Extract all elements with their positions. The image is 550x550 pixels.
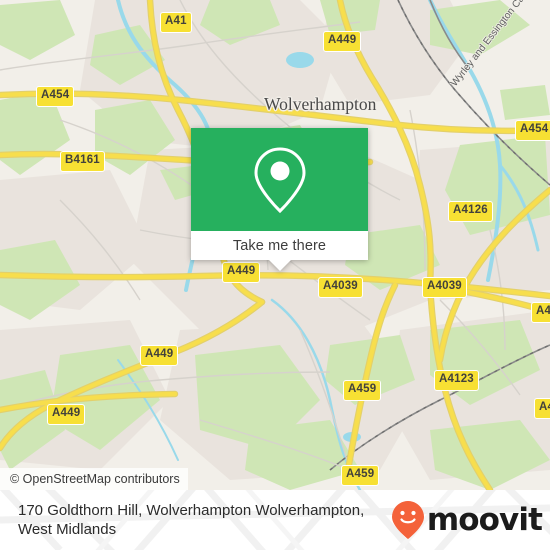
map-pin-icon bbox=[253, 146, 306, 213]
road-shield-a459: A459 bbox=[341, 465, 380, 486]
callout-pin-area bbox=[191, 128, 368, 231]
road-shield-a449: A449 bbox=[222, 262, 261, 283]
osm-attribution[interactable]: © OpenStreetMap contributors bbox=[0, 468, 188, 490]
road-shield-a4039: A4039 bbox=[422, 277, 467, 298]
road-shield-b4161: B4161 bbox=[60, 151, 105, 172]
road-shield-a454: A454 bbox=[515, 120, 550, 141]
footer-bar: 170 Goldthorn Hill, Wolverhampton Wolver… bbox=[0, 490, 550, 550]
moovit-map-share-card: Wolverhampton Wyrley and Essington Canal… bbox=[0, 0, 550, 550]
take-me-there-label: Take me there bbox=[232, 237, 327, 254]
road-shield-a454: A454 bbox=[36, 86, 75, 107]
callout-tail bbox=[268, 260, 291, 271]
road-shield-a4: A4 bbox=[534, 398, 550, 419]
road-shield-a449: A449 bbox=[47, 404, 86, 425]
road-shield-a449: A449 bbox=[140, 345, 179, 366]
address-text: 170 Goldthorn Hill, Wolverhampton Wolver… bbox=[18, 502, 365, 538]
take-me-there-button[interactable]: Take me there bbox=[191, 231, 368, 271]
road-shield-a4126: A4126 bbox=[448, 201, 493, 222]
location-callout-card[interactable]: Take me there bbox=[191, 128, 368, 271]
road-shield-a459: A459 bbox=[343, 380, 382, 401]
moovit-logo[interactable]: moovit bbox=[391, 500, 543, 540]
road-shield-a41: A41 bbox=[160, 12, 192, 33]
road-shield-a4123: A4123 bbox=[434, 370, 479, 391]
moovit-smiley-pin-icon bbox=[391, 501, 424, 539]
place-label-wolverhampton: Wolverhampton bbox=[264, 94, 377, 114]
moovit-wordmark: moovit bbox=[426, 501, 543, 538]
road-shield-a4039: A4039 bbox=[318, 277, 363, 298]
road-shield-a40: A40 bbox=[531, 302, 550, 323]
road-shield-a449: A449 bbox=[323, 31, 362, 52]
map-canvas[interactable]: Wolverhampton Wyrley and Essington Canal… bbox=[0, 0, 550, 490]
